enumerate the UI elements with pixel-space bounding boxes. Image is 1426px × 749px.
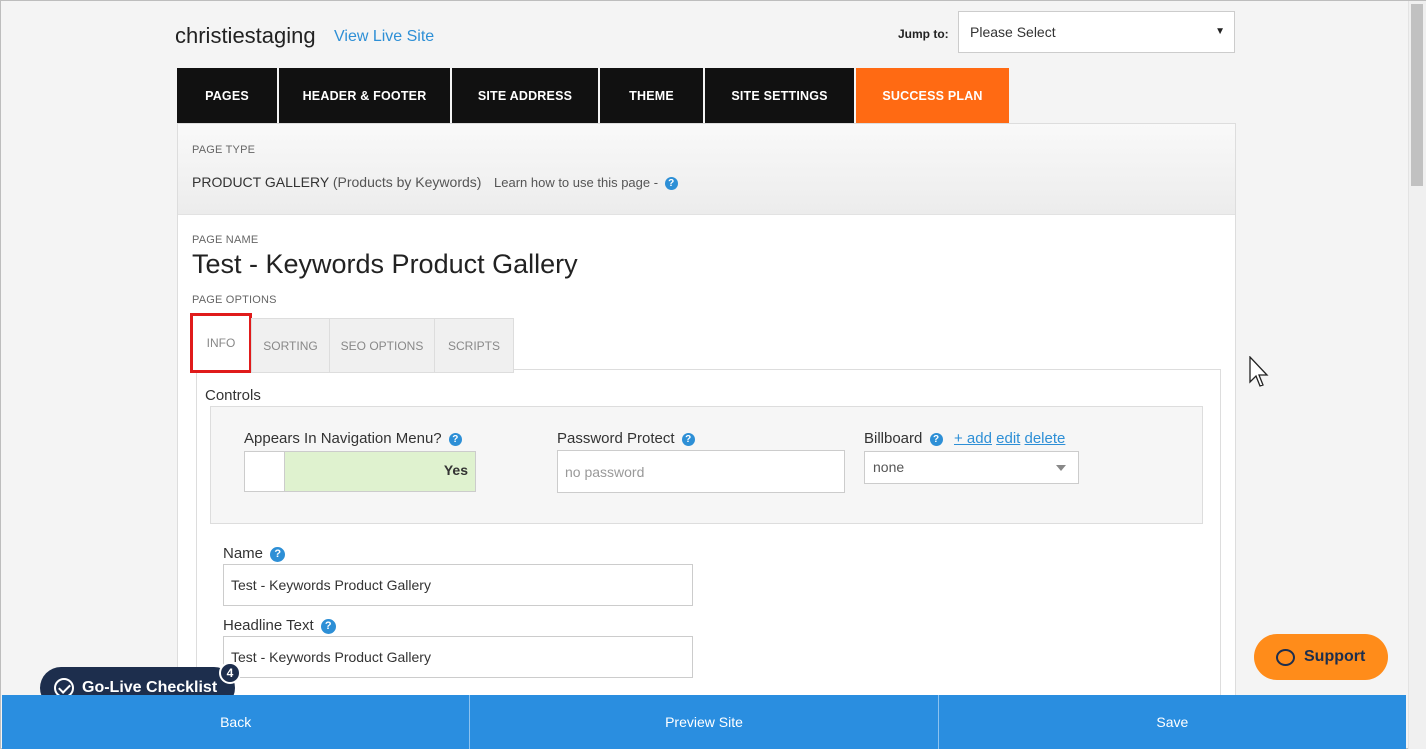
site-name: christiestaging	[175, 23, 316, 48]
billboard-label-text: Billboard	[864, 430, 923, 447]
jump-to-value: Please Select	[970, 24, 1056, 40]
preview-site-button[interactable]: Preview Site	[470, 695, 939, 749]
chevron-down-icon: ▼	[1215, 26, 1225, 37]
name-label-text: Name	[223, 545, 264, 562]
page-type-label: PAGE TYPE	[192, 144, 256, 156]
password-label: Password Protect ?	[557, 430, 695, 447]
back-button[interactable]: Back	[2, 695, 471, 749]
tab-theme[interactable]: THEME	[600, 68, 703, 123]
billboard-actions: + add edit delete	[954, 430, 1065, 447]
billboard-value: none	[873, 459, 905, 475]
nav-menu-label-text: Appears In Navigation Menu?	[244, 430, 442, 447]
page-type-sub: (Products by Keywords)	[332, 174, 482, 190]
headline-field[interactable]: Test - Keywords Product Gallery	[223, 636, 693, 678]
checklist-count-badge: 4	[219, 662, 241, 684]
nav-menu-toggle[interactable]: Yes	[244, 451, 476, 492]
jump-to-select[interactable]: Please Select ▼	[958, 11, 1235, 53]
page-editor-panel: PAGE TYPE PRODUCT GALLERY (Products by K…	[177, 123, 1236, 709]
tab-scripts[interactable]: SCRIPTS	[434, 318, 514, 373]
controls-heading: Controls	[205, 387, 261, 404]
save-button[interactable]: Save	[938, 695, 1406, 749]
help-icon[interactable]: ?	[448, 432, 462, 446]
page-type-value: PRODUCT GALLERY (Products by Keywords)	[192, 174, 481, 190]
headline-label-text: Headline Text	[223, 617, 314, 634]
page-type-name: PRODUCT GALLERY	[192, 174, 329, 190]
nav-menu-label: Appears In Navigation Menu? ?	[244, 430, 462, 447]
tab-sorting[interactable]: SORTING	[251, 318, 330, 373]
help-icon[interactable]: ?	[929, 432, 943, 446]
name-field[interactable]: Test - Keywords Product Gallery	[223, 564, 693, 606]
chat-bubble-icon	[1276, 648, 1295, 666]
toggle-state: Yes	[443, 462, 468, 478]
toggle-knob[interactable]	[245, 452, 285, 491]
page-name-label: PAGE NAME	[192, 234, 259, 246]
page-options-tabs: INFO SORTING SEO OPTIONS SCRIPTS	[190, 313, 514, 373]
page-title: Test - Keywords Product Gallery	[192, 249, 578, 279]
main-nav: PAGES HEADER & FOOTER SITE ADDRESS THEME…	[177, 68, 1011, 123]
tab-info[interactable]: INFO	[190, 313, 252, 373]
learn-how-text: Learn how to use this page -	[494, 175, 659, 190]
jump-to-label: Jump to:	[898, 27, 949, 41]
mouse-cursor-icon	[1249, 356, 1269, 387]
learn-how-link[interactable]: Learn how to use this page - ?	[494, 175, 678, 191]
help-icon[interactable]: ?	[664, 177, 678, 191]
page-options-label: PAGE OPTIONS	[192, 294, 277, 306]
tab-seo-options[interactable]: SEO OPTIONS	[329, 318, 435, 373]
view-live-site-link[interactable]: View Live Site	[334, 28, 434, 46]
tab-site-address[interactable]: SITE ADDRESS	[452, 68, 598, 123]
support-label: Support	[1304, 648, 1366, 665]
headline-label: Headline Text ?	[223, 617, 336, 634]
billboard-label: Billboard ?	[864, 430, 943, 447]
page-type-section: PAGE TYPE PRODUCT GALLERY (Products by K…	[178, 124, 1235, 215]
chevron-down-icon	[1056, 465, 1066, 471]
name-label: Name ?	[223, 545, 286, 562]
billboard-delete-link[interactable]: delete	[1025, 430, 1066, 447]
support-button[interactable]: Support	[1254, 634, 1388, 680]
scrollbar-thumb[interactable]	[1411, 4, 1423, 186]
help-icon[interactable]: ?	[681, 432, 695, 446]
password-label-text: Password Protect	[557, 430, 675, 447]
help-icon[interactable]: ?	[320, 618, 336, 634]
tab-pages[interactable]: PAGES	[177, 68, 277, 123]
tab-header-footer[interactable]: HEADER & FOOTER	[279, 68, 450, 123]
billboard-add-link[interactable]: + add	[954, 430, 992, 447]
billboard-select[interactable]: none	[864, 451, 1079, 484]
app-frame: christiestaging View Live Site Jump to: …	[0, 0, 1426, 749]
tab-site-settings[interactable]: SITE SETTINGS	[705, 68, 854, 123]
tab-success-plan[interactable]: SUCCESS PLAN	[856, 68, 1009, 123]
password-input[interactable]: no password	[557, 450, 845, 493]
bottom-action-bar: Back Preview Site Save	[2, 695, 1406, 749]
billboard-edit-link[interactable]: edit	[996, 430, 1020, 447]
help-icon[interactable]: ?	[270, 546, 286, 562]
